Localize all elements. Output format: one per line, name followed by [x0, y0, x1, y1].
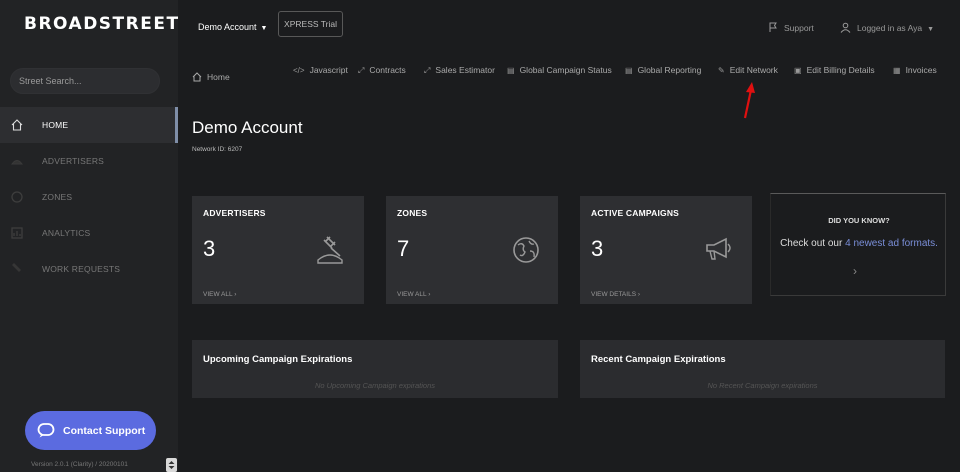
invoices-link[interactable]: ▦ Invoices	[893, 65, 937, 75]
card-count: 3	[203, 236, 216, 261]
edit-billing-link[interactable]: ▣ Edit Billing Details	[794, 65, 875, 75]
sidebar-item-label: ANALYTICS	[42, 228, 91, 238]
contracts-link[interactable]: ⤢ Contracts	[358, 65, 406, 76]
support-link[interactable]: Support	[768, 22, 814, 33]
sidebar-item-home[interactable]: HOME	[0, 107, 178, 143]
chat-bubble-icon	[37, 423, 55, 438]
sidebar-item-work-requests[interactable]: WORK REQUESTS	[0, 251, 178, 287]
sales-estimator-link[interactable]: ⤢ Sales Estimator	[424, 65, 495, 76]
toolbar-label: Global Reporting	[637, 65, 702, 75]
chart-icon: ▤	[507, 66, 515, 75]
account-select[interactable]: Demo Account ▼	[198, 22, 267, 32]
sidebar-item-zones[interactable]: ZONES	[0, 179, 178, 215]
zones-icon	[11, 191, 23, 203]
sidebar-item-label: ADVERTISERS	[42, 156, 105, 166]
sidebar-item-advertisers[interactable]: ADVERTISERS	[0, 143, 178, 179]
report-icon: ▤	[625, 66, 633, 75]
gavel-icon	[317, 236, 343, 264]
panel-heading: Upcoming Campaign Expirations	[203, 354, 353, 365]
pencil-icon: ✎	[718, 66, 725, 75]
work-requests-icon	[12, 263, 21, 272]
home-icon	[11, 119, 23, 131]
sidebar-item-label: WORK REQUESTS	[42, 264, 121, 274]
breadcrumb-home: Home	[207, 72, 230, 82]
scroll-control[interactable]	[166, 458, 177, 472]
advertisers-icon	[11, 160, 23, 165]
scroll-arrows-icon	[168, 461, 175, 469]
invoice-icon: ▦	[893, 66, 901, 75]
annotation-arrow	[743, 82, 755, 119]
estimator-icon: ⤢	[424, 66, 431, 75]
street-search-input[interactable]: Street Search...	[10, 68, 160, 94]
did-you-know-prefix: Check out our	[780, 238, 843, 249]
advertisers-card[interactable]: ADVERTISERS 3 VIEW ALL ›	[192, 196, 364, 304]
toolbar-label: Invoices	[905, 65, 937, 75]
toolbar-label: Contracts	[369, 65, 406, 75]
toolbar-label: Javascript	[309, 65, 348, 75]
billing-icon: ▣	[794, 66, 802, 75]
app-root: BROADSTREET Street Search... HOME ADVERT…	[0, 0, 960, 472]
toolbar-label: Edit Network	[729, 65, 778, 75]
did-you-know-heading: DID YOU KNOW?	[828, 216, 890, 225]
card-heading: ZONES	[397, 208, 428, 218]
recent-expirations-panel: Recent Campaign Expirations No Recent Ca…	[580, 340, 945, 398]
contracts-icon: ⤢	[358, 66, 365, 75]
network-id: Network ID: 6207	[192, 146, 243, 153]
view-details-link[interactable]: VIEW DETAILS ›	[591, 291, 640, 298]
logged-in-label: Logged in as Aya	[857, 23, 923, 33]
panel-empty-text: No Upcoming Campaign expirations	[314, 381, 436, 390]
sidebar: BROADSTREET Street Search... HOME ADVERT…	[0, 0, 178, 472]
user-menu[interactable]: Logged in as Aya ▼	[840, 22, 934, 33]
sidebar-nav: HOME ADVERTISERS ZONES ANALYTICS WORK RE…	[0, 107, 178, 287]
card-count: 3	[591, 236, 604, 261]
home-icon	[192, 72, 202, 82]
contact-support-label: Contact Support	[63, 425, 146, 437]
sidebar-item-label: HOME	[42, 120, 69, 130]
card-heading: ACTIVE CAMPAIGNS	[591, 208, 680, 218]
chevron-down-icon: ▼	[927, 26, 935, 33]
account-select-label: Demo Account	[198, 22, 257, 32]
globe-icon	[513, 237, 539, 263]
panel-heading: Recent Campaign Expirations	[591, 354, 726, 365]
page-title: Demo Account	[192, 118, 303, 137]
panel-empty-text: No Recent Campaign expirations	[707, 381, 818, 390]
newest-ad-formats-link[interactable]: 4 newest ad formats.	[845, 238, 938, 249]
active-campaigns-card[interactable]: ACTIVE CAMPAIGNS 3 VIEW DETAILS ›	[580, 196, 752, 304]
flag-icon	[769, 22, 777, 32]
xpress-trial-button[interactable]: XPRESS Trial	[278, 11, 343, 37]
javascript-link[interactable]: </> Javascript	[293, 65, 348, 75]
code-icon: </>	[293, 66, 305, 75]
sidebar-item-analytics[interactable]: ANALYTICS	[0, 215, 178, 251]
megaphone-icon	[706, 237, 731, 260]
version-text: Version 2.0.1 (Clarity) / 20200101	[31, 461, 128, 468]
chevron-down-icon: ▼	[260, 25, 268, 32]
chevron-right-icon[interactable]: ›	[853, 264, 857, 278]
view-all-link[interactable]: VIEW ALL ›	[203, 291, 236, 298]
card-heading: ADVERTISERS	[203, 208, 266, 218]
search-placeholder: Street Search...	[19, 76, 82, 86]
global-reporting-link[interactable]: ▤ Global Reporting	[625, 65, 701, 75]
toolbar-label: Sales Estimator	[435, 65, 495, 75]
did-you-know-panel: DID YOU KNOW? Check out our 4 newest ad …	[770, 193, 946, 296]
edit-network-link[interactable]: ✎ Edit Network	[718, 65, 778, 75]
did-you-know-text: Check out our 4 newest ad formats.	[771, 236, 947, 252]
user-icon	[840, 22, 851, 33]
upcoming-expirations-panel: Upcoming Campaign Expirations No Upcomin…	[192, 340, 558, 398]
zones-card[interactable]: ZONES 7 VIEW ALL ›	[386, 196, 558, 304]
sidebar-item-label: ZONES	[42, 192, 73, 202]
card-count: 7	[397, 236, 410, 261]
toolbar-label: Edit Billing Details	[806, 65, 875, 75]
view-all-link[interactable]: VIEW ALL ›	[397, 291, 430, 298]
brand-logo[interactable]: BROADSTREET	[24, 14, 180, 34]
breadcrumb[interactable]: Home	[192, 72, 230, 82]
contact-support-button[interactable]: Contact Support	[25, 411, 156, 450]
analytics-icon	[11, 227, 23, 239]
support-label: Support	[784, 23, 814, 33]
toolbar-label: Global Campaign Status	[519, 65, 612, 75]
global-campaign-status-link[interactable]: ▤ Global Campaign Status	[507, 65, 612, 75]
